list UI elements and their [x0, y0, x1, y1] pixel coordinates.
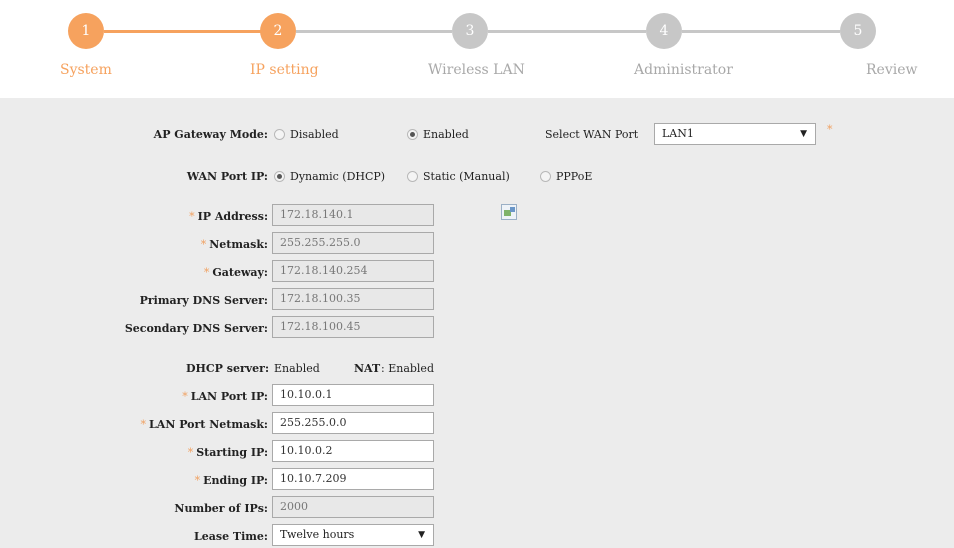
lan-port-ip-input[interactable]: 10.10.0.1 — [272, 384, 434, 406]
wan-pppoe-radio[interactable] — [540, 171, 551, 182]
wan-port-value: LAN1 — [662, 127, 694, 140]
step-3-circle[interactable]: 3 — [452, 13, 488, 49]
lease-time-value: Twelve hours — [280, 528, 355, 541]
select-wan-port-label: Select WAN Port — [545, 128, 639, 141]
primary-dns-field: 172.18.100.35 — [272, 288, 434, 310]
step-4-circle[interactable]: 4 — [646, 13, 682, 49]
ip-setting-panel: AP Gateway Mode: Disabled Enabled Select… — [0, 98, 954, 548]
step-connector-1-2 — [104, 30, 261, 33]
wan-static-radio[interactable] — [407, 171, 418, 182]
lease-time-select[interactable]: Twelve hours ▼ — [272, 524, 434, 546]
dropdown-arrow-icon: ▼ — [418, 530, 425, 540]
nat-label: NAT — [354, 362, 381, 375]
step-5-circle[interactable]: 5 — [840, 13, 876, 49]
secondary-dns-field: 172.18.100.45 — [272, 316, 434, 338]
ending-ip-label: * Ending IP: — [194, 474, 268, 487]
wan-static-label[interactable]: Static (Manual) — [423, 170, 510, 183]
step-2-label: IP setting — [250, 62, 319, 78]
gateway-field: 172.18.140.254 — [272, 260, 434, 282]
step-connector-3-4 — [488, 30, 646, 33]
step-2-circle[interactable]: 2 — [260, 13, 296, 49]
wan-port-select[interactable]: LAN1 ▼ — [654, 123, 816, 145]
starting-ip-label: * Starting IP: — [187, 446, 268, 459]
wizard-stepper: 1 2 3 4 5 System IP setting Wireless LAN… — [0, 0, 954, 98]
nat-value: : Enabled — [381, 362, 434, 375]
primary-dns-label: Primary DNS Server: — [139, 294, 268, 307]
secondary-dns-label: Secondary DNS Server: — [124, 322, 268, 335]
gateway-disabled-label[interactable]: Disabled — [290, 128, 339, 141]
step-connector-2-3 — [296, 30, 452, 33]
step-1-label: System — [60, 62, 112, 78]
dhcp-server-label: DHCP server: — [186, 362, 270, 375]
wan-pppoe-label[interactable]: PPPoE — [556, 170, 592, 183]
wan-port-ip-label: WAN Port IP: — [186, 170, 268, 183]
dhcp-server-value: Enabled — [274, 362, 320, 375]
number-of-ips-label: Number of IPs: — [174, 502, 268, 515]
lan-port-netmask-input[interactable]: 255.255.0.0 — [272, 412, 434, 434]
gateway-enabled-radio[interactable] — [407, 129, 418, 140]
step-connector-4-5 — [682, 30, 840, 33]
lan-port-netmask-label: * LAN Port Netmask: — [140, 418, 268, 431]
starting-ip-input[interactable]: 10.10.0.2 — [272, 440, 434, 462]
broken-image-icon — [501, 204, 517, 220]
gateway-label: * Gateway: — [203, 266, 268, 279]
wan-dhcp-label[interactable]: Dynamic (DHCP) — [290, 170, 385, 183]
number-of-ips-field: 2000 — [272, 496, 434, 518]
step-3-label: Wireless LAN — [428, 62, 525, 78]
wan-port-required-mark: * — [827, 123, 833, 136]
step-4-label: Administrator — [634, 62, 733, 78]
step-5-label: Review — [866, 62, 918, 78]
gateway-disabled-radio[interactable] — [274, 129, 285, 140]
netmask-field: 255.255.255.0 — [272, 232, 434, 254]
ip-address-label: * IP Address: — [189, 210, 268, 223]
step-1-circle[interactable]: 1 — [68, 13, 104, 49]
lease-time-label: Lease Time: — [194, 530, 268, 543]
lan-port-ip-label: * LAN Port IP: — [182, 390, 268, 403]
gateway-enabled-label[interactable]: Enabled — [423, 128, 469, 141]
ip-address-field: 172.18.140.1 — [272, 204, 434, 226]
ap-gateway-mode-label: AP Gateway Mode: — [153, 128, 268, 141]
netmask-label: * Netmask: — [200, 238, 268, 251]
wan-dhcp-radio[interactable] — [274, 171, 285, 182]
ending-ip-input[interactable]: 10.10.7.209 — [272, 468, 434, 490]
dropdown-arrow-icon: ▼ — [800, 129, 807, 139]
